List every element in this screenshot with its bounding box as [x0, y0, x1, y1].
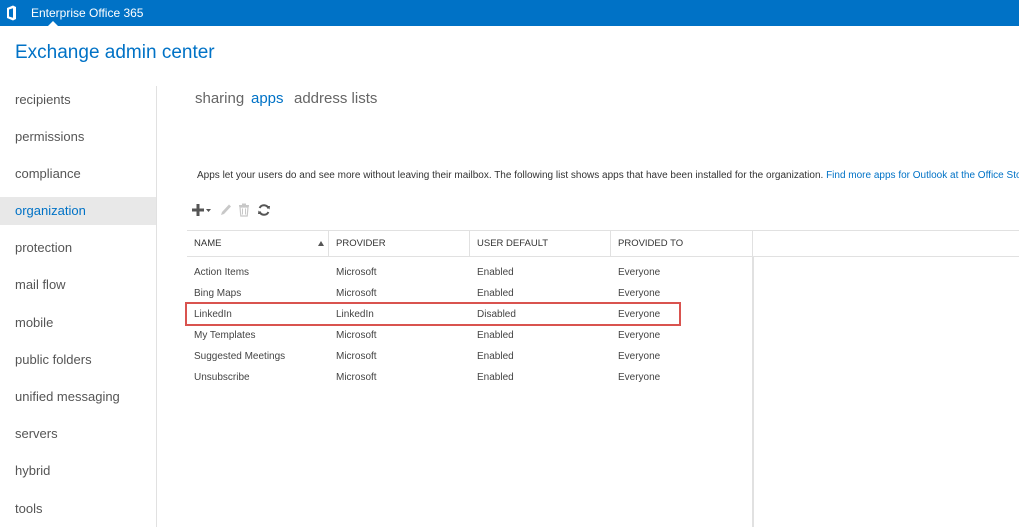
tab-apps[interactable]: apps — [251, 90, 284, 107]
sidebar-item-recipients[interactable]: recipients — [0, 86, 156, 114]
cell-provided-to: Everyone — [618, 372, 661, 383]
cell-name: My Templates — [194, 330, 256, 341]
apps-description: Apps let your users do and see more with… — [197, 170, 1019, 181]
top-bar: Enterprise Office 365 — [0, 0, 1019, 26]
table-row[interactable]: Unsubscribe Microsoft Enabled Everyone — [187, 367, 753, 388]
column-header-user-default[interactable]: USER DEFAULT — [470, 231, 611, 257]
tab-office-365[interactable]: Office 365 — [89, 6, 143, 20]
active-tab-indicator — [48, 21, 58, 26]
cell-name: Action Items — [194, 267, 250, 278]
sidebar-item-organization[interactable]: organization — [0, 197, 156, 225]
delete-icon[interactable] — [238, 202, 250, 218]
cell-provider: Microsoft — [336, 372, 377, 383]
office-logo-icon[interactable] — [6, 5, 17, 21]
cell-provided-to: Everyone — [618, 267, 661, 278]
sidebar-divider — [156, 86, 157, 527]
sidebar-item-unified-messaging[interactable]: unified messaging — [0, 383, 156, 411]
sidebar-item-servers[interactable]: servers — [0, 420, 156, 448]
cell-provided-to: Everyone — [618, 288, 661, 299]
table-header: NAME PROVIDER USER DEFAULT PROVIDED TO — [187, 230, 1019, 257]
cell-name: Bing Maps — [194, 288, 242, 299]
add-icon[interactable] — [191, 202, 213, 218]
sidebar-item-compliance-management[interactable]: compliance management — [0, 160, 156, 209]
sidebar: recipients permissions compliance manage… — [0, 80, 156, 527]
table-row[interactable]: Suggested Meetings Microsoft Enabled Eve… — [187, 346, 753, 367]
cell-provided-to: Everyone — [618, 351, 661, 362]
cell-name: LinkedIn — [194, 309, 232, 320]
cell-user-default: Enabled — [477, 330, 514, 341]
tab-enterprise[interactable]: Enterprise — [31, 6, 86, 20]
cell-user-default: Enabled — [477, 288, 514, 299]
tab-address-lists[interactable]: address lists — [294, 90, 377, 107]
cell-provider: Microsoft — [336, 267, 377, 278]
cell-provider: Microsoft — [336, 330, 377, 341]
cell-provided-to: Everyone — [618, 309, 661, 320]
tab-sharing[interactable]: sharing — [195, 90, 244, 107]
cell-user-default: Enabled — [477, 351, 514, 362]
office-store-link[interactable]: Find more apps for Outlook at the Office… — [826, 170, 1019, 181]
table-row[interactable]: Bing Maps Microsoft Enabled Everyone — [187, 283, 753, 304]
cell-provider: LinkedIn — [336, 309, 374, 320]
table-body: Action Items Microsoft Enabled Everyone … — [187, 257, 753, 527]
cell-name: Unsubscribe — [194, 372, 250, 383]
sort-ascending-icon — [318, 241, 324, 246]
sidebar-item-public-folders[interactable]: public folders — [0, 346, 156, 374]
column-header-provider[interactable]: PROVIDER — [329, 231, 470, 257]
cell-provided-to: Everyone — [618, 330, 661, 341]
sidebar-item-hybrid[interactable]: hybrid — [0, 457, 156, 485]
apps-table: NAME PROVIDER USER DEFAULT PROVIDED TO A… — [187, 230, 1019, 527]
column-header-provided-to[interactable]: PROVIDED TO — [611, 231, 753, 257]
cell-user-default: Enabled — [477, 372, 514, 383]
cell-user-default: Enabled — [477, 267, 514, 278]
cell-provider: Microsoft — [336, 288, 377, 299]
sidebar-item-tools[interactable]: tools — [0, 495, 156, 523]
sidebar-item-mail-flow[interactable]: mail flow — [0, 271, 156, 299]
column-header-name[interactable]: NAME — [187, 231, 329, 257]
cell-name: Suggested Meetings — [194, 351, 286, 362]
sidebar-item-mobile[interactable]: mobile — [0, 309, 156, 337]
column-header-name-label: NAME — [194, 238, 222, 249]
edit-icon[interactable] — [219, 202, 233, 218]
page-title: Exchange admin center — [15, 42, 215, 63]
table-row[interactable]: My Templates Microsoft Enabled Everyone — [187, 325, 753, 346]
sidebar-item-protection[interactable]: protection — [0, 234, 156, 262]
sidebar-item-permissions[interactable]: permissions — [0, 123, 156, 151]
details-pane-divider — [753, 257, 754, 527]
table-row[interactable]: LinkedIn LinkedIn Disabled Everyone — [187, 304, 753, 325]
refresh-icon[interactable] — [257, 202, 271, 218]
description-text: Apps let your users do and see more with… — [197, 170, 827, 181]
cell-user-default: Disabled — [477, 309, 516, 320]
table-row[interactable]: Action Items Microsoft Enabled Everyone — [187, 262, 753, 283]
cell-provider: Microsoft — [336, 351, 377, 362]
